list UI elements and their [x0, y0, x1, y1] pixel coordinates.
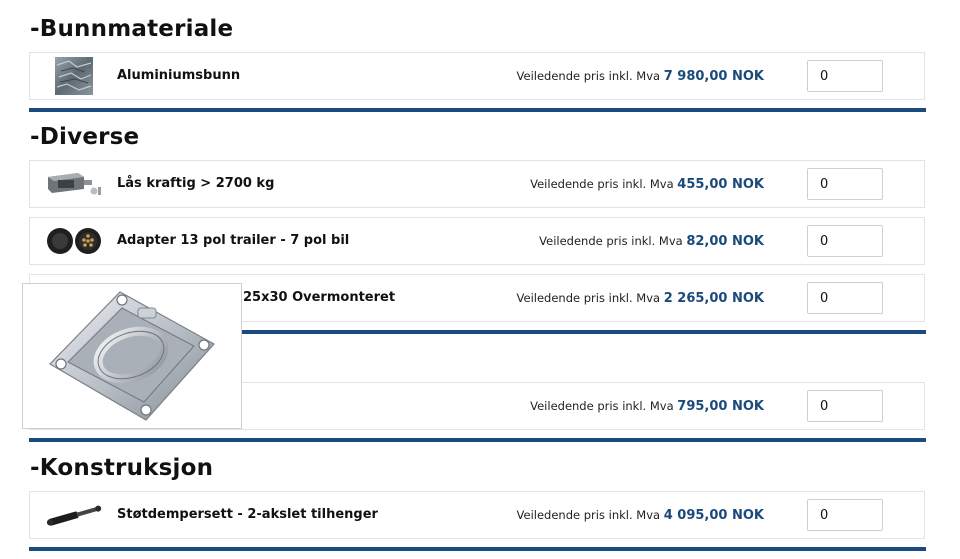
- quantity-input-adapter[interactable]: [807, 225, 883, 257]
- price-prefix: Veiledende pris inkl. Mva: [516, 291, 661, 305]
- price-prefix: Veiledende pris inkl. Mva: [539, 234, 683, 248]
- product-name[interactable]: Aluminiumsbunn: [117, 53, 240, 99]
- product-image-adapter[interactable]: [44, 221, 104, 261]
- price-prefix: Veiledende pris inkl. Mva: [530, 399, 674, 413]
- product-image-preview-popup: [22, 283, 242, 429]
- section-title-diverse: -Diverse: [30, 124, 140, 150]
- price-prefix: Veiledende pris inkl. Mva: [530, 177, 674, 191]
- section-divider: [29, 438, 926, 442]
- quantity-input-hidden-product[interactable]: [807, 390, 883, 422]
- product-image-aluminiumsbunn[interactable]: [44, 56, 104, 96]
- product-row-adapter: Adapter 13 pol trailer - 7 pol bil Veile…: [29, 217, 925, 265]
- price-value: 795,00 NOK: [677, 399, 764, 414]
- product-name[interactable]: Støtdempersett - 2-akslet tilhenger: [117, 492, 378, 538]
- quantity-input-overmonteret[interactable]: [807, 282, 883, 314]
- d-ring-plate-image: [49, 291, 215, 421]
- price-info: Veiledende pris inkl. Mva 82,00 NOK: [539, 218, 764, 264]
- product-name[interactable]: Lås kraftig > 2700 kg: [117, 161, 274, 207]
- product-row-stotdempersett: Støtdempersett - 2-akslet tilhenger Veil…: [29, 491, 925, 539]
- quantity-input-stotdempersett[interactable]: [807, 499, 883, 531]
- section-title-bunnmateriale: -Bunnmateriale: [30, 16, 234, 42]
- price-value: 7 980,00 NOK: [663, 69, 764, 84]
- price-value: 82,00 NOK: [686, 234, 764, 249]
- section-title-konstruksjon: -Konstruksjon: [30, 455, 214, 481]
- product-row-las-kraftig: Lås kraftig > 2700 kg Veiledende pris in…: [29, 160, 925, 208]
- price-value: 4 095,00 NOK: [663, 508, 764, 523]
- price-info: Veiledende pris inkl. Mva 455,00 NOK: [530, 161, 764, 207]
- price-value: 2 265,00 NOK: [663, 291, 764, 306]
- section-divider: [29, 108, 926, 112]
- price-prefix: Veiledende pris inkl. Mva: [516, 508, 661, 522]
- product-name[interactable]: Adapter 13 pol trailer - 7 pol bil: [117, 218, 349, 264]
- section-divider: [29, 547, 926, 551]
- price-info: Veiledende pris inkl. Mva 2 265,00 NOK: [517, 275, 764, 321]
- price-prefix: Veiledende pris inkl. Mva: [516, 69, 661, 83]
- price-info: Veiledende pris inkl. Mva 7 980,00 NOK: [517, 53, 764, 99]
- price-value: 455,00 NOK: [677, 177, 764, 192]
- quantity-input-las-kraftig[interactable]: [807, 168, 883, 200]
- price-info: Veiledende pris inkl. Mva 4 095,00 NOK: [517, 492, 764, 538]
- quantity-input-aluminiumsbunn[interactable]: [807, 60, 883, 92]
- product-image-las-kraftig[interactable]: [44, 164, 104, 204]
- product-image-stotdempersett[interactable]: [44, 495, 104, 535]
- product-name[interactable]: 25x30 Overmonteret: [243, 275, 395, 321]
- product-row-aluminiumsbunn: Aluminiumsbunn Veiledende pris inkl. Mva…: [29, 52, 925, 100]
- price-info: Veiledende pris inkl. Mva 795,00 NOK: [530, 383, 764, 429]
